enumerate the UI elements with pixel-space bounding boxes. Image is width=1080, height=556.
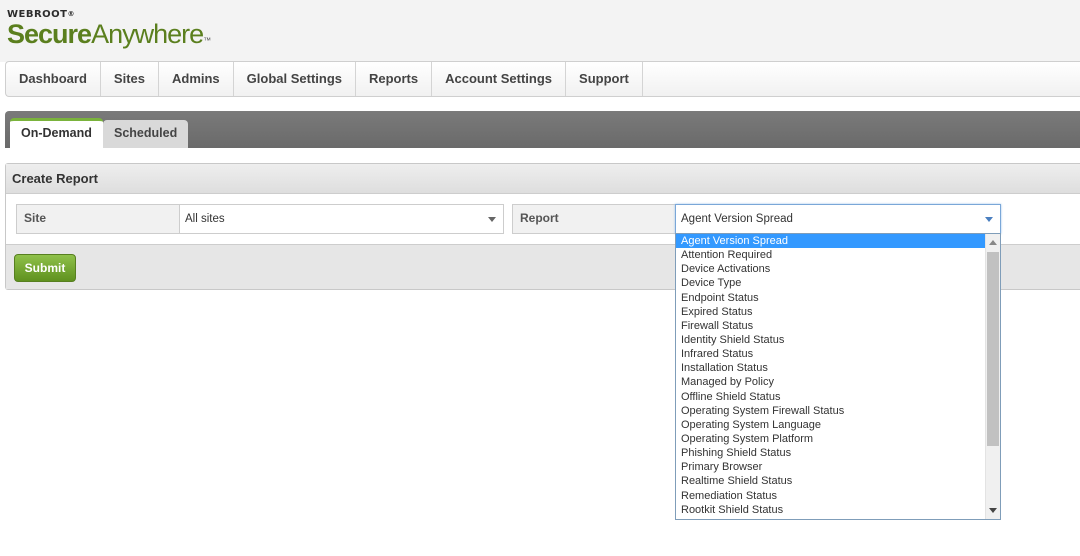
nav-dashboard[interactable]: Dashboard	[6, 62, 101, 96]
report-option[interactable]: Agent Version Spread	[676, 234, 985, 249]
nav-account-settings[interactable]: Account Settings	[432, 62, 567, 96]
site-select[interactable]: All sites	[179, 204, 504, 234]
dropdown-scrollbar[interactable]	[985, 234, 1000, 519]
report-option[interactable]: Realtime Shield Status	[676, 474, 985, 488]
report-tab-bar: On-Demand Scheduled	[5, 111, 1080, 148]
main-nav: Dashboard Sites Admins Global Settings R…	[5, 61, 1080, 97]
report-option[interactable]: Operating System Language	[676, 418, 985, 432]
report-option[interactable]: Endpoint Status	[676, 291, 985, 305]
nav-reports[interactable]: Reports	[356, 62, 433, 96]
report-option[interactable]: Firewall Status	[676, 319, 985, 333]
scroll-up-icon[interactable]	[989, 240, 997, 245]
nav-global-settings[interactable]: Global Settings	[234, 62, 356, 96]
report-option[interactable]: Offline Shield Status	[676, 390, 985, 404]
report-select[interactable]: Agent Version Spread	[675, 204, 1001, 234]
report-label: Report	[512, 204, 675, 234]
report-field: Report Agent Version Spread	[512, 204, 1001, 234]
report-option[interactable]: Remediation Status	[676, 489, 985, 503]
report-options: Agent Version Spread Attention Required De…	[676, 234, 985, 519]
site-label: Site	[16, 204, 179, 234]
submit-button[interactable]: Submit	[14, 254, 76, 282]
report-option[interactable]: Expired Status	[676, 305, 985, 319]
site-field: Site All sites	[16, 204, 504, 234]
app-header: WEBROOT® SecureAnywhere™	[0, 0, 1080, 62]
nav-admins[interactable]: Admins	[159, 62, 234, 96]
report-option[interactable]: Identity Shield Status	[676, 333, 985, 347]
panel-title: Create Report	[6, 164, 1080, 194]
report-option[interactable]: Device Type	[676, 276, 985, 290]
report-option[interactable]: Phishing Shield Status	[676, 446, 985, 460]
nav-sites[interactable]: Sites	[101, 62, 159, 96]
report-option[interactable]: Primary Browser	[676, 460, 985, 474]
chevron-down-icon	[985, 217, 993, 222]
report-option[interactable]: Operating System Platform	[676, 432, 985, 446]
tab-on-demand[interactable]: On-Demand	[10, 118, 103, 148]
logo-product: SecureAnywhere™	[7, 19, 211, 49]
scroll-down-icon[interactable]	[989, 508, 997, 513]
report-select-value: Agent Version Spread	[681, 213, 793, 225]
report-option[interactable]: Operating System Firewall Status	[676, 404, 985, 418]
tab-scheduled[interactable]: Scheduled	[103, 120, 189, 148]
report-option[interactable]: Device Activations	[676, 262, 985, 276]
scrollbar-thumb[interactable]	[987, 252, 999, 446]
site-select-value: All sites	[185, 213, 225, 225]
report-option[interactable]: Attention Required	[676, 248, 985, 262]
webroot-logo[interactable]: WEBROOT® SecureAnywhere™	[7, 9, 211, 55]
report-option[interactable]: Rootkit Shield Status	[676, 503, 985, 517]
chevron-down-icon	[488, 217, 496, 222]
nav-support[interactable]: Support	[566, 62, 643, 96]
report-dropdown-list[interactable]: Agent Version Spread Attention Required De…	[675, 233, 1001, 520]
report-option[interactable]: Infrared Status	[676, 347, 985, 361]
report-option[interactable]: Installation Status	[676, 361, 985, 375]
report-option[interactable]: Managed by Policy	[676, 375, 985, 389]
